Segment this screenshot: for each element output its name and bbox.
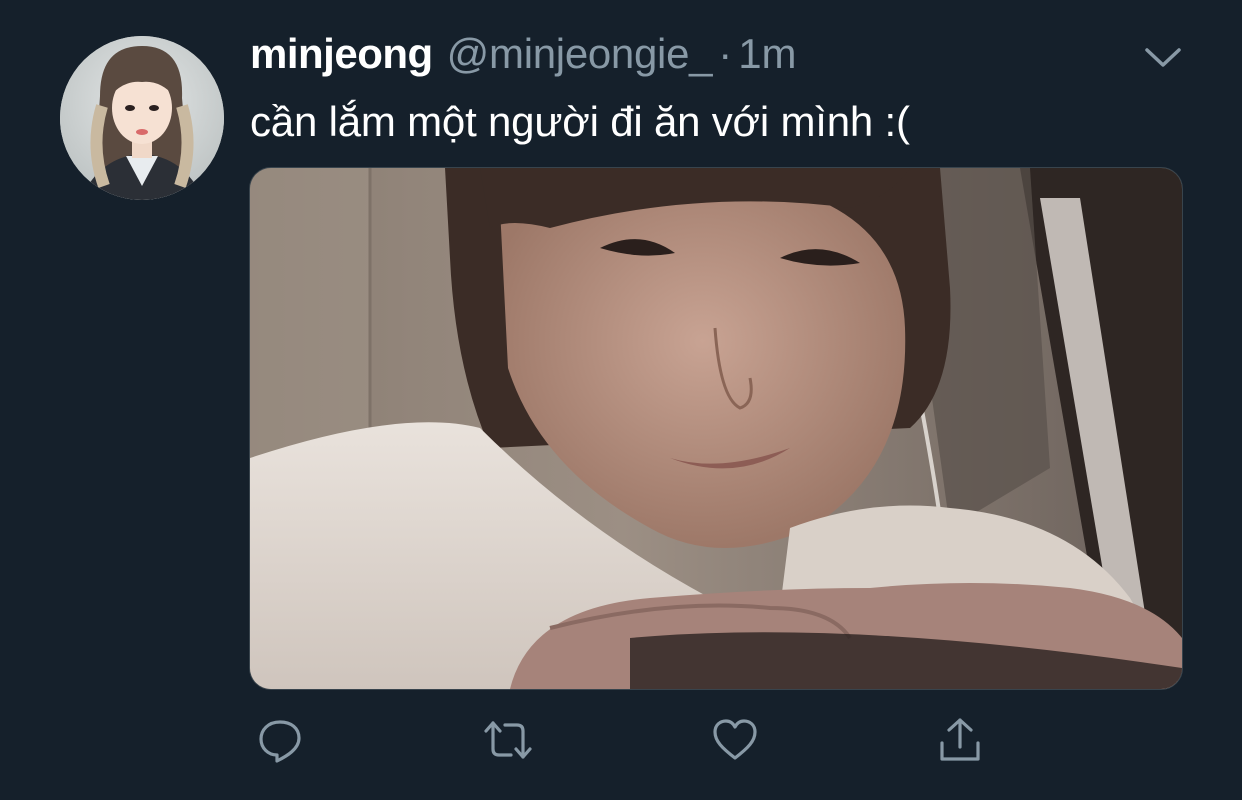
tweet-text: cần lắm một người đi ăn với mình :( (250, 98, 910, 145)
separator-dot: · (718, 30, 733, 77)
share-icon[interactable] (930, 710, 990, 770)
user-handle[interactable]: @minjeongie_ (447, 30, 713, 78)
heart-icon[interactable] (705, 710, 765, 770)
retweet-icon[interactable] (478, 710, 538, 770)
tweet: minjeong @minjeongie_ · 1m cần lắm một n… (0, 0, 1242, 800)
display-name[interactable]: minjeong (250, 30, 433, 78)
timestamp[interactable]: 1m (738, 30, 796, 78)
reply-icon[interactable] (250, 710, 310, 770)
tweet-photo[interactable] (249, 167, 1183, 690)
tweet-actions (0, 710, 1242, 774)
photo-image (250, 168, 1182, 689)
chevron-down-icon[interactable] (1140, 40, 1186, 74)
tweet-header: minjeong @minjeongie_ · 1m (250, 30, 797, 90)
avatar-photo (60, 36, 224, 200)
avatar[interactable] (60, 36, 224, 200)
